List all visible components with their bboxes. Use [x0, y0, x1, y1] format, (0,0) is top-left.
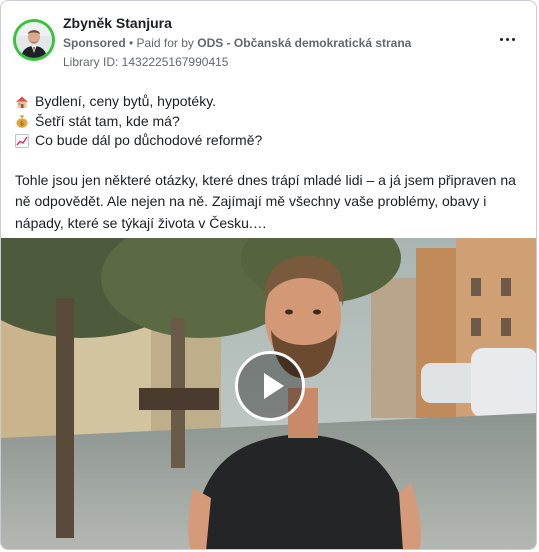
- paid-for-by-prefix: Paid for by: [136, 36, 198, 50]
- list-item-text: Co bude dál po důchodové reformě?: [35, 132, 263, 148]
- chart-increasing-icon: [15, 133, 29, 148]
- more-options-button[interactable]: [498, 29, 518, 49]
- avatar: [16, 22, 52, 58]
- post-header: Zbyněk Stanjura Sponsored • Paid for by …: [1, 1, 536, 81]
- more-dot-icon: [500, 38, 503, 41]
- list-item-text: Šetří stát tam, kde má?: [35, 112, 180, 129]
- paid-for-by-link[interactable]: ODS - Občanská demokratická strana: [197, 36, 411, 50]
- meta-separator: •: [125, 36, 137, 50]
- house-icon: [16, 96, 28, 108]
- list-item: Co bude dál po důchodové reformě?: [15, 131, 525, 151]
- post-text: Bydlení, ceny bytů, hypotéky. $ Šetří st…: [15, 92, 525, 234]
- avatar-ring[interactable]: [13, 19, 55, 61]
- svg-text:$: $: [20, 120, 24, 128]
- list-item: Bydlení, ceny bytů, hypotéky.: [15, 92, 525, 112]
- video-player[interactable]: [1, 238, 536, 549]
- post-paragraph: Tohle jsou jen některé otázky, které dne…: [15, 171, 516, 231]
- list-item-text: Bydlení, ceny bytů, hypotéky.: [35, 93, 217, 109]
- play-button[interactable]: [235, 351, 305, 421]
- ad-card: Zbyněk Stanjura Sponsored • Paid for by …: [0, 0, 537, 550]
- sponsor-line: Sponsored • Paid for by ODS - Občanská d…: [63, 36, 411, 50]
- play-icon: [264, 373, 284, 399]
- list-item: $ Šetří stát tam, kde má?: [15, 112, 525, 132]
- library-id: Library ID: 1432225167990415: [63, 55, 229, 69]
- more-dot-icon: [512, 38, 515, 41]
- money-bag-icon: $: [16, 115, 28, 129]
- sponsored-label: Sponsored: [63, 36, 126, 50]
- author-name[interactable]: Zbyněk Stanjura: [63, 15, 172, 31]
- more-dot-icon: [506, 38, 509, 41]
